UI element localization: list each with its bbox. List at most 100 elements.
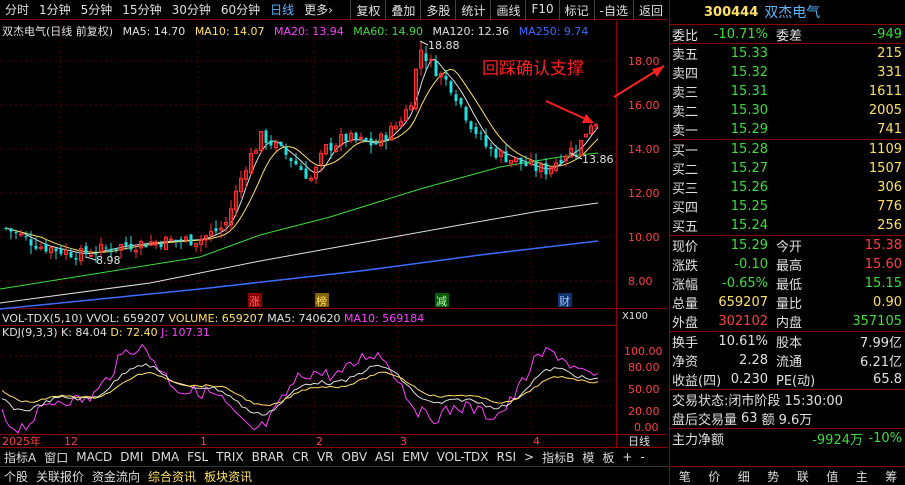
tab-news[interactable]: 综合资讯: [144, 468, 200, 485]
y-tick-12: 12.00: [628, 187, 660, 200]
top-toolbar: 分时 1分钟 5分钟 15分钟 30分钟 60分钟 日线 更多› 复权 叠加 多…: [0, 0, 668, 20]
tab-sector-news[interactable]: 板块资讯: [200, 468, 256, 485]
quote-panel: 300444 双杰电气 委比 -10.71% 委差 -949 卖五 15.33 21…: [669, 0, 905, 485]
ask-row[interactable]: 卖五 15.33 215: [670, 44, 905, 63]
chart-area[interactable]: 18.88 8.98 13.86 回踩确认支撑 涨 榜 减 财 18.00 16…: [0, 21, 668, 451]
back-button[interactable]: 返回: [632, 0, 668, 20]
tab-trix[interactable]: TRIX: [212, 450, 247, 464]
tab-vr[interactable]: VR: [313, 450, 338, 464]
kline-svg[interactable]: 18.88 8.98 13.86 回踩确认支撑 涨 榜 减 财 18.00 16…: [0, 21, 668, 447]
tab-template-2[interactable]: 板: [598, 449, 618, 466]
ask-row[interactable]: 卖三 15.31 1611: [670, 82, 905, 101]
tab-fsl[interactable]: FSL: [183, 450, 212, 464]
marker-bang[interactable]: 榜: [316, 294, 327, 308]
last-label: 13.86: [582, 153, 614, 166]
ma-legend: 双杰电气(日线 前复权) MA5: 14.70 MA10: 14.07 MA20…: [2, 23, 594, 39]
high-price: 15.60: [864, 257, 902, 272]
grid: [0, 21, 616, 434]
candle-body: [354, 132, 358, 140]
candle-body: [9, 228, 13, 232]
nav-value[interactable]: 值: [826, 468, 838, 485]
tab-obv[interactable]: OBV: [338, 450, 372, 464]
tab-more-arrow[interactable]: >: [520, 450, 538, 464]
bid-row[interactable]: 买五 15.24 256: [670, 216, 905, 235]
ask-row[interactable]: 卖二 15.30 2005: [670, 101, 905, 120]
tab-rsi[interactable]: RSI: [493, 450, 521, 464]
tab-vol-tdx[interactable]: VOL-TDX: [433, 450, 493, 464]
tab-window[interactable]: 窗口: [40, 449, 72, 466]
nav-ticks[interactable]: 笔: [679, 468, 691, 485]
stats-button[interactable]: 统计: [455, 0, 490, 20]
inner-volume: 357105: [852, 314, 902, 329]
tab-template-1[interactable]: 模: [578, 449, 598, 466]
tab-dma[interactable]: DMA: [147, 450, 183, 464]
tab-indicator-b[interactable]: 指标B: [538, 449, 578, 466]
marker-cai[interactable]: 财: [559, 294, 570, 308]
draw-line-button[interactable]: 画线: [490, 0, 525, 20]
period-tab-fenshi[interactable]: 分时: [0, 1, 34, 18]
y-tick-10: 10.00: [628, 231, 660, 244]
bid-row[interactable]: 买一 15.28 1109: [670, 140, 905, 159]
high-label: 18.88: [428, 39, 460, 52]
tab-brar[interactable]: BRAR: [248, 450, 289, 464]
tab-cr[interactable]: CR: [288, 450, 313, 464]
period-tab-15min[interactable]: 15分钟: [117, 1, 166, 18]
main-net-pct: -10%: [868, 431, 902, 446]
bid-row[interactable]: 买三 15.26 306: [670, 178, 905, 197]
marker-zhang[interactable]: 涨: [249, 295, 260, 308]
tab-dmi[interactable]: DMI: [116, 450, 147, 464]
ask-row[interactable]: 卖一 15.29 741: [670, 120, 905, 139]
candle-body: [169, 238, 173, 241]
fuquan-button[interactable]: 复权: [350, 0, 385, 20]
period-tab-more[interactable]: 更多›: [299, 1, 338, 18]
tab-asi[interactable]: ASI: [371, 450, 398, 464]
tab-fund-flow[interactable]: 资金流向: [88, 468, 144, 485]
multi-stock-button[interactable]: 多股: [420, 0, 455, 20]
legend-ma120: MA120: 12.36: [432, 25, 510, 38]
tab-minus[interactable]: -: [636, 450, 648, 464]
period-tab-60min[interactable]: 60分钟: [216, 1, 265, 18]
ask-vol: 331: [877, 65, 902, 80]
bid-vol: 776: [877, 199, 902, 214]
tab-emv[interactable]: EMV: [398, 450, 432, 464]
period-tab-5min[interactable]: 5分钟: [76, 1, 118, 18]
tab-plus[interactable]: +: [618, 450, 636, 464]
candle-body: [429, 58, 433, 61]
tab-stock[interactable]: 个股: [0, 468, 32, 485]
kdj-name[interactable]: KDJ(9,3,3): [2, 326, 58, 339]
candle-body: [494, 148, 498, 158]
period-tab-daily[interactable]: 日线: [265, 1, 299, 18]
nav-detail[interactable]: 细: [738, 468, 750, 485]
candle-body: [24, 236, 28, 238]
ask-price: 15.30: [730, 103, 768, 118]
nav-chips[interactable]: 筹: [885, 468, 897, 485]
trade-status: 交易状态: 闭市阶段 15:30:00 盘后交易量 63 额 9.6万: [670, 390, 905, 429]
candle-body: [359, 136, 363, 139]
tab-macd[interactable]: MACD: [72, 450, 116, 464]
candle-body: [54, 248, 58, 252]
candle-body: [84, 246, 88, 255]
nav-related[interactable]: 联: [797, 468, 809, 485]
tab-indicator-a[interactable]: 指标A: [0, 449, 40, 466]
marker-jian[interactable]: 减: [436, 295, 447, 308]
nav-price[interactable]: 价: [708, 468, 720, 485]
nav-main[interactable]: 主: [856, 468, 868, 485]
bid-row[interactable]: 买四 15.25 776: [670, 197, 905, 216]
kdj-j-line: [1, 343, 599, 434]
after-hours-amount: 9.6万: [778, 413, 813, 428]
f10-button[interactable]: F10: [525, 0, 558, 20]
overlay-button[interactable]: 叠加: [385, 0, 420, 20]
remove-watchlist-button[interactable]: -自选: [593, 0, 633, 20]
ask-vol: 2005: [868, 103, 902, 118]
ask-row[interactable]: 卖四 15.32 331: [670, 63, 905, 82]
stat-row-change: 涨跌 -0.10 最高 15.60: [670, 255, 905, 274]
tab-related-quotes[interactable]: 关联报价: [32, 468, 88, 485]
period-tab-30min[interactable]: 30分钟: [167, 1, 216, 18]
candle-body: [304, 168, 308, 179]
bid-row[interactable]: 买二 15.27 1507: [670, 159, 905, 178]
nav-trend[interactable]: 势: [767, 468, 779, 485]
candle-body: [489, 146, 493, 149]
mark-button[interactable]: 标记: [558, 0, 594, 20]
vol-name[interactable]: VOL-TDX(5,10): [2, 312, 83, 325]
period-tab-1min[interactable]: 1分钟: [34, 1, 76, 18]
